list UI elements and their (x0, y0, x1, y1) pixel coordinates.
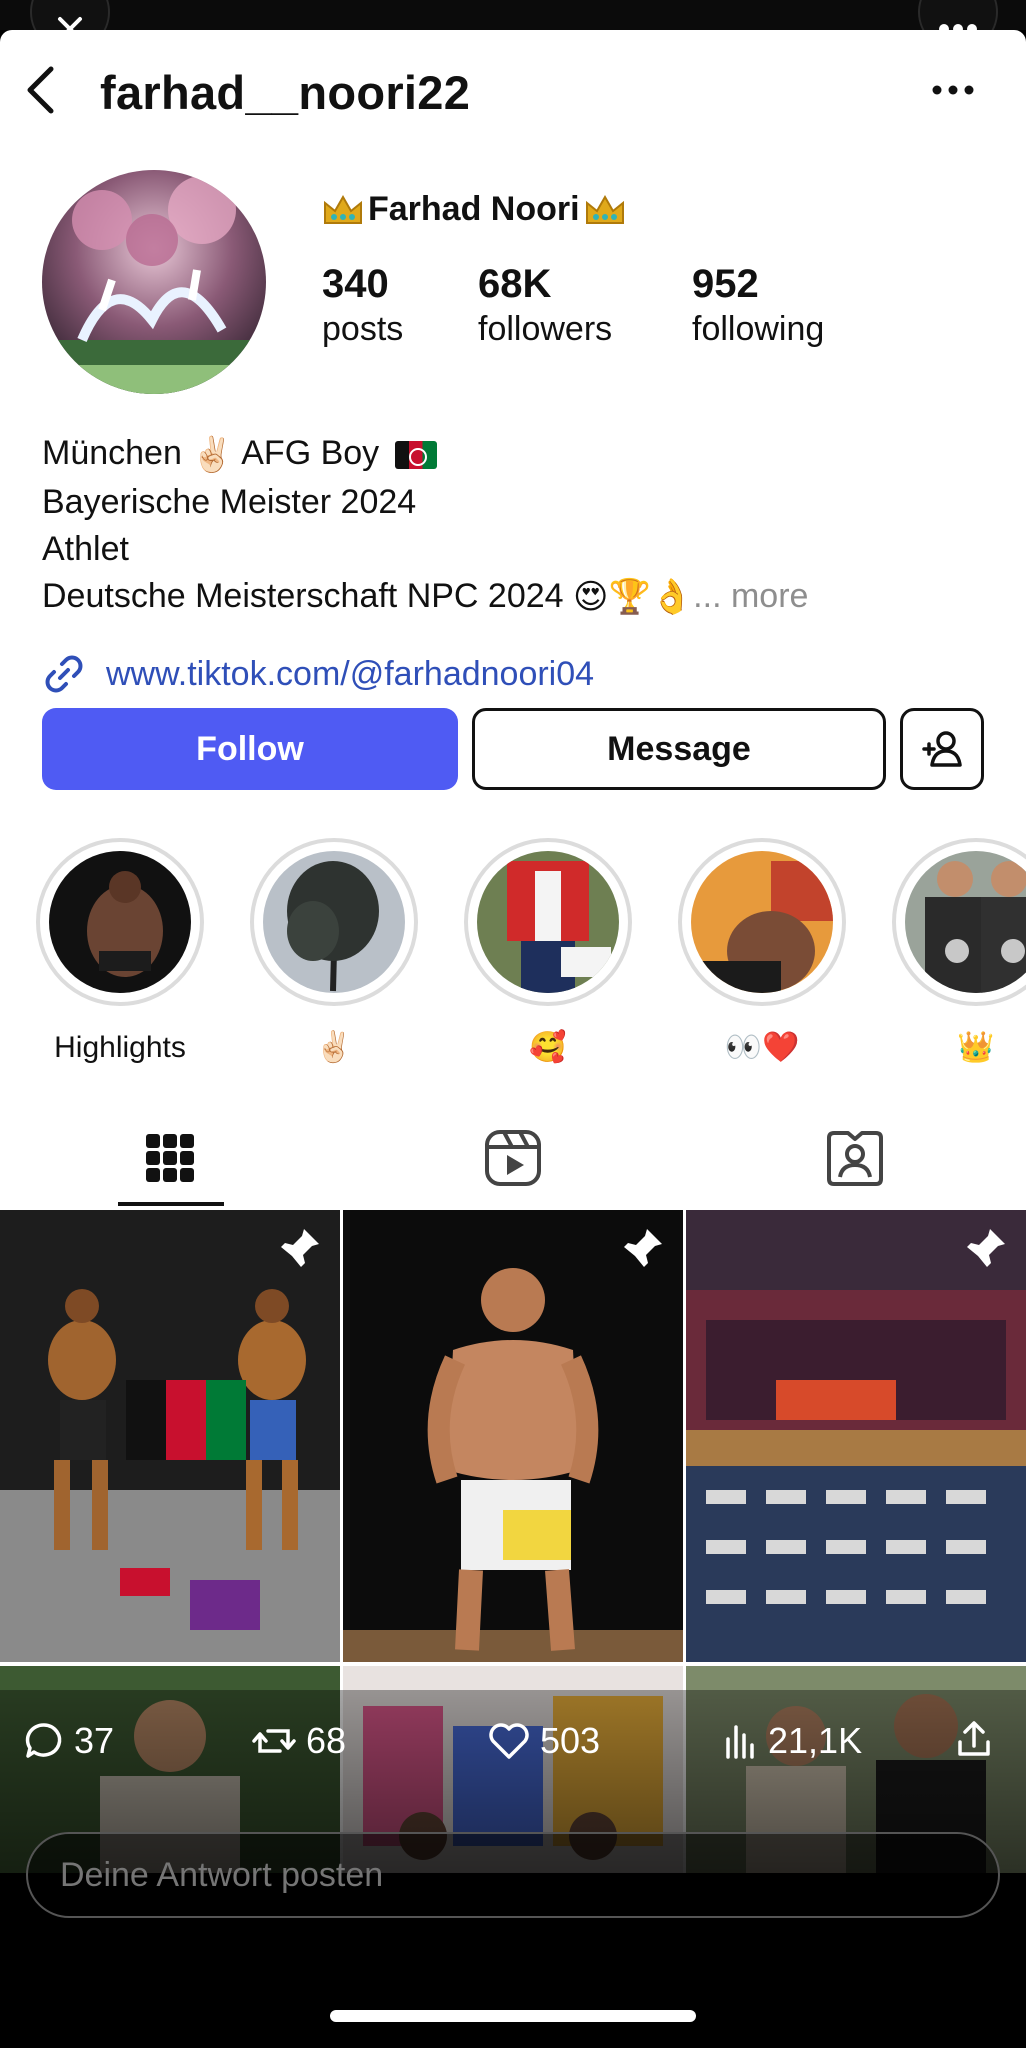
suggested-users-button[interactable] (900, 708, 984, 790)
highlight-cover (905, 851, 1026, 993)
ok-hand-emoji-icon: 👌 (650, 578, 694, 617)
profile-screen: farhad__noori22 Farhad Noori 340 posts 6… (0, 30, 1026, 1873)
share-icon (958, 1721, 990, 1756)
reposts-value: 68 (306, 1720, 347, 1761)
post-thumbnail[interactable] (0, 1210, 340, 1662)
pin-icon (281, 1229, 319, 1267)
views-value: 21,1K (768, 1720, 863, 1761)
bio-championship: Deutsche Meisterschaft NPC 2024 (42, 576, 564, 615)
highlight-label: 🥰 (529, 1031, 567, 1064)
highlight-ring (464, 838, 632, 1006)
display-name: Farhad Noori (368, 190, 580, 228)
message-button[interactable]: Message (472, 708, 886, 790)
likes-value: 503 (540, 1720, 601, 1761)
replies-value: 37 (74, 1720, 115, 1761)
post-thumbnail[interactable] (343, 1210, 683, 1662)
stat-posts-label: posts (322, 310, 404, 348)
highlight-label: Highlights (54, 1031, 186, 1064)
stat-followers[interactable]: 68K followers (478, 262, 612, 352)
profile-bio: München ✌🏻 AFG Boy Bayerische Meister 20… (42, 430, 992, 621)
highlight-item[interactable]: 👀❤️ (677, 838, 847, 1068)
tab-tagged[interactable] (795, 1110, 915, 1206)
profile-header: farhad__noori22 (0, 55, 1026, 125)
chevron-left-icon (27, 66, 54, 114)
highlight-cover (477, 851, 619, 993)
profile-link[interactable]: www.tiktok.com/@farhadnoori04 (42, 652, 594, 696)
stat-following-label: following (692, 310, 825, 348)
link-icon (45, 655, 83, 693)
profile-username: farhad__noori22 (100, 66, 471, 119)
viewer-top-bar (0, 0, 1026, 30)
crown-icon (585, 194, 624, 224)
highlight-item[interactable]: Highlights (35, 838, 205, 1068)
repost-icon (252, 1729, 296, 1753)
replies-count[interactable]: 37 (24, 1720, 114, 1762)
highlight-label: ✌🏻 (315, 1031, 353, 1064)
views-count[interactable]: 21,1K (722, 1720, 862, 1762)
bio-tag: AFG Boy (241, 434, 380, 472)
post-image (343, 1210, 683, 1662)
trophy-emoji-icon: 🏆 (608, 578, 651, 617)
bio-line-4: Deutsche Meisterschaft NPC 2024 😍🏆👌... m… (42, 573, 992, 622)
comment-icon (25, 1723, 62, 1758)
post-image (0, 1210, 340, 1662)
bio-line-2: Bayerische Meister 2024 (42, 482, 417, 521)
likes-count[interactable]: 503 (488, 1720, 600, 1762)
share-button[interactable] (956, 1720, 992, 1758)
post-engagement-bar: 37 68 503 21,1K (0, 1710, 1026, 1780)
bio-more-link[interactable]: ... more (693, 577, 808, 615)
profile-tabs (0, 1110, 1026, 1206)
highlight-ring (892, 838, 1026, 1006)
stat-followers-value: 68K (478, 262, 552, 306)
pin-icon (624, 1229, 662, 1267)
highlight-cover (263, 851, 405, 993)
tab-reels[interactable] (453, 1110, 573, 1206)
highlight-item[interactable]: 👑 (891, 838, 1026, 1068)
add-user-icon (922, 731, 962, 767)
avatar-image (42, 170, 266, 394)
afghanistan-flag-icon (394, 441, 437, 470)
highlight-label: 👀❤️ (724, 1031, 800, 1064)
reply-input[interactable] (26, 1832, 1000, 1918)
highlight-item[interactable]: 🥰 (463, 838, 633, 1068)
highlight-ring (250, 838, 418, 1006)
bio-line-1: München ✌🏻 AFG Boy (42, 430, 992, 479)
reposts-count[interactable]: 68 (252, 1720, 346, 1762)
stat-posts-value: 340 (322, 262, 389, 306)
bio-city: München (42, 434, 182, 472)
profile-link-text[interactable]: www.tiktok.com/@farhadnoori04 (106, 655, 594, 694)
follow-button[interactable]: Follow (42, 708, 458, 790)
highlight-label: 👑 (957, 1031, 995, 1064)
active-tab-indicator (118, 1202, 224, 1206)
victory-hand-icon: ✌🏻 (191, 435, 234, 474)
reply-overlay: 37 68 503 21,1K (0, 1690, 1026, 2048)
reels-icon (485, 1130, 541, 1186)
highlight-ring (678, 838, 846, 1006)
highlight-item[interactable]: ✌🏻 (249, 838, 419, 1068)
heart-eyes-emoji-icon: 😍 (573, 578, 609, 617)
tagged-person-icon (827, 1131, 883, 1186)
stat-following[interactable]: 952 following (692, 262, 824, 352)
more-horizontal-icon (932, 85, 974, 95)
highlight-cover (49, 851, 191, 993)
grid-icon (146, 1134, 194, 1182)
bar-chart-icon (726, 1725, 754, 1759)
stat-posts[interactable]: 340 posts (322, 262, 403, 352)
bio-line-3: Athlet (42, 529, 129, 568)
highlight-ring (36, 838, 204, 1006)
back-button[interactable] (20, 65, 60, 115)
home-indicator[interactable] (330, 2010, 696, 2022)
profile-avatar[interactable] (42, 170, 266, 394)
profile-options-button[interactable] (928, 75, 978, 105)
stat-following-value: 952 (692, 262, 759, 306)
heart-icon (489, 1723, 529, 1759)
post-image (686, 1210, 1026, 1662)
stat-followers-label: followers (478, 310, 613, 348)
tab-posts-grid[interactable] (110, 1110, 230, 1206)
post-thumbnail[interactable] (686, 1210, 1026, 1662)
highlight-cover (691, 851, 833, 993)
display-name-row: Farhad Noori (322, 190, 626, 229)
crown-icon (324, 194, 362, 224)
pin-icon (967, 1229, 1005, 1267)
